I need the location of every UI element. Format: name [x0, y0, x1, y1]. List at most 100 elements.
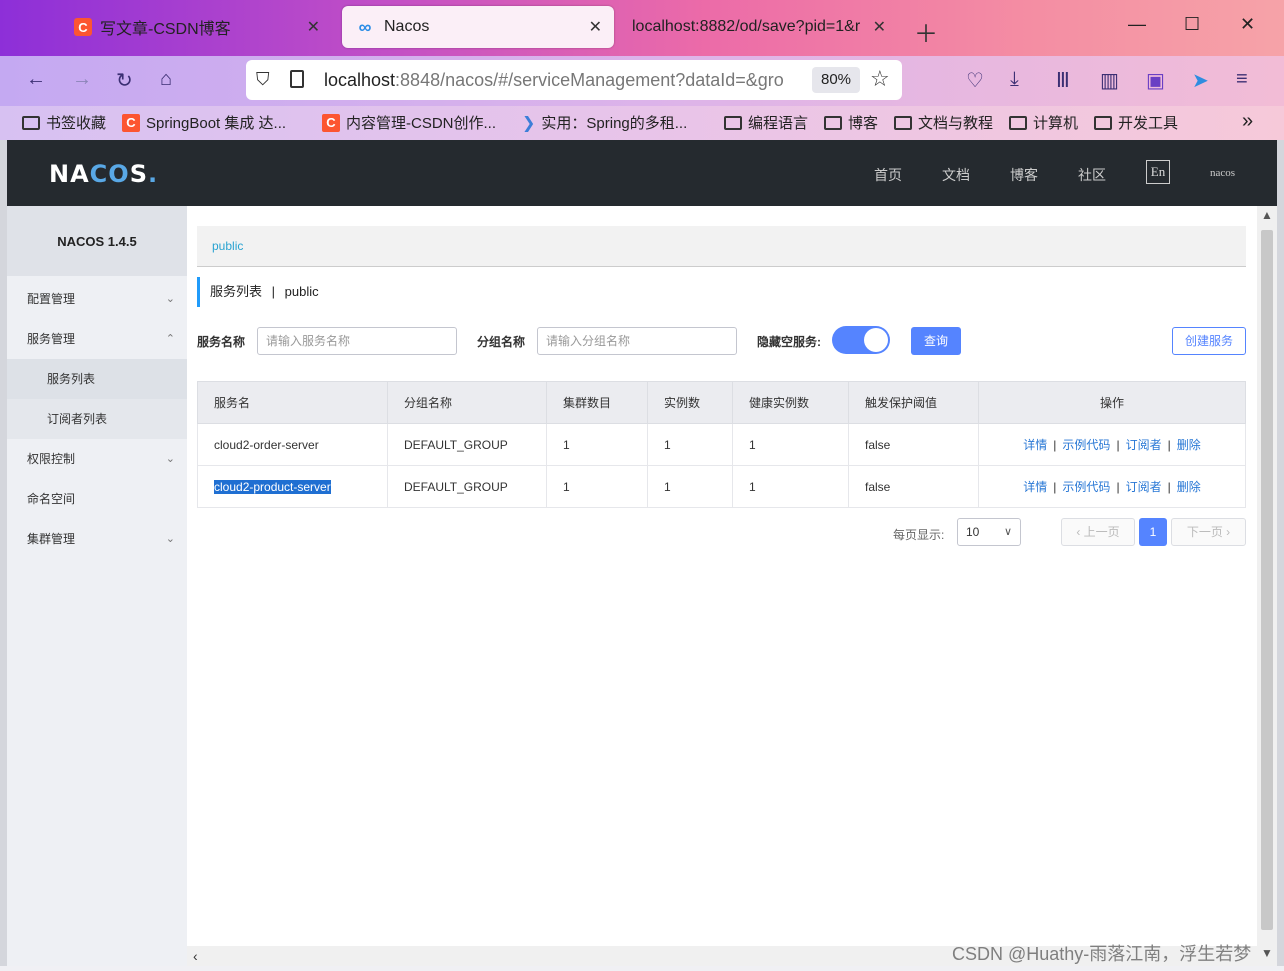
scroll-up-icon[interactable]: ▲	[1261, 208, 1273, 222]
namespace-bar: public	[197, 226, 1246, 267]
nav-docs[interactable]: 文档	[942, 165, 970, 185]
subscribers-link[interactable]: 订阅者	[1126, 438, 1162, 452]
cell-group-name: DEFAULT_GROUP	[387, 423, 547, 466]
minimize-icon[interactable]: —	[1128, 14, 1146, 35]
group-name-label: 分组名称	[477, 335, 526, 349]
forward-icon[interactable]: →	[72, 68, 92, 91]
cell-operations: 详情 | 示例代码 | 订阅者 | 删除	[978, 423, 1246, 466]
scroll-down-icon[interactable]: ▼	[1261, 946, 1273, 960]
send-icon[interactable]: ➤	[1192, 68, 1209, 93]
delete-link[interactable]: 删除	[1177, 480, 1201, 494]
bookmark-item[interactable]: 博客	[824, 112, 878, 133]
sidebar-item-auth[interactable]: 权限控制 ⌄	[7, 439, 187, 479]
prev-page-button[interactable]: ‹ 上一页	[1061, 518, 1135, 546]
next-page-button[interactable]: 下一页 ›	[1171, 518, 1246, 546]
sample-code-link[interactable]: 示例代码	[1062, 438, 1110, 452]
back-icon[interactable]: ←	[26, 68, 46, 91]
csdn-icon: C	[322, 113, 340, 132]
maximize-icon[interactable]: ☐	[1184, 14, 1200, 35]
delete-link[interactable]: 删除	[1177, 438, 1201, 452]
detail-link[interactable]: 详情	[1023, 480, 1047, 494]
language-toggle[interactable]: En	[1146, 160, 1170, 184]
pocket-icon[interactable]: ♡	[966, 68, 984, 93]
extension-icon[interactable]: ▣	[1146, 68, 1165, 93]
col-group-name: 分组名称	[387, 381, 547, 424]
cell-group-name: DEFAULT_GROUP	[387, 465, 547, 508]
sidebar-item-namespace[interactable]: 命名空间	[7, 479, 187, 519]
download-icon[interactable]: ⤓	[1010, 68, 1019, 91]
nacos-logo[interactable]: NACOS.	[49, 160, 158, 188]
library-icon[interactable]: Ⅲ	[1056, 68, 1070, 93]
group-name-input[interactable]	[537, 327, 737, 355]
col-protect-threshold: 触发保护阈值	[848, 381, 979, 424]
bookmark-item[interactable]: 书签收藏	[22, 112, 106, 133]
page-size-select[interactable]: 10 ∨	[957, 518, 1021, 546]
home-icon[interactable]: ⌂	[160, 68, 172, 91]
nav-home[interactable]: 首页	[874, 165, 902, 185]
bookmark-item[interactable]: C 内容管理-CSDN创作...	[322, 112, 496, 133]
hide-empty-label: 隐藏空服务:	[757, 335, 821, 349]
sidebar-item-service-mgmt[interactable]: 服务管理 ⌃	[7, 319, 187, 359]
page-1-button[interactable]: 1	[1139, 518, 1167, 546]
close-tab-icon[interactable]: ✕	[589, 17, 602, 37]
detail-link[interactable]: 详情	[1023, 438, 1047, 452]
menu-icon[interactable]: ≡	[1236, 68, 1248, 91]
nav-blog[interactable]: 博客	[1010, 165, 1038, 185]
folder-icon	[1009, 115, 1027, 130]
sidebar-item-cluster[interactable]: 集群管理 ⌄	[7, 519, 187, 559]
namespace-tab-public[interactable]: public	[212, 239, 243, 253]
csdn-icon: C	[122, 113, 140, 132]
folder-icon	[1094, 115, 1112, 130]
sample-code-link[interactable]: 示例代码	[1062, 480, 1110, 494]
new-tab-icon[interactable]: ＋	[914, 14, 938, 49]
nav-community[interactable]: 社区	[1078, 165, 1106, 185]
background-window-edge	[1277, 140, 1284, 966]
url-text[interactable]: localhost:8848/nacos/#/serviceManagement…	[324, 70, 804, 91]
bookmark-item[interactable]: 文档与教程	[894, 112, 993, 133]
reload-icon[interactable]: ↻	[116, 68, 133, 93]
tab-localhost-save[interactable]: localhost:8882/od/save?pid=1&r ✕	[620, 6, 898, 48]
shield-icon[interactable]: ⛉	[256, 69, 270, 90]
subscribers-link[interactable]: 订阅者	[1126, 480, 1162, 494]
col-healthy-count: 健康实例数	[732, 381, 849, 424]
sidebar-item-service-list[interactable]: 服务列表	[7, 359, 187, 399]
bookmark-item[interactable]: ❯ 实用：Spring的多租...	[522, 112, 687, 133]
close-tab-icon[interactable]: ✕	[873, 17, 886, 37]
service-name-input[interactable]	[257, 327, 457, 355]
sidebar-item-config[interactable]: 配置管理 ⌄	[7, 279, 187, 319]
top-nav: NACOS. 首页 文档 博客 社区 En nacos	[7, 140, 1277, 206]
cell-instance-count: 1	[647, 465, 733, 508]
hide-empty-toggle[interactable]	[832, 326, 890, 354]
sidebar-item-label: 权限控制	[27, 452, 76, 466]
scroll-left-icon[interactable]: ‹	[193, 948, 198, 964]
query-button[interactable]: 查询	[911, 327, 961, 355]
bookmark-item[interactable]: 编程语言	[724, 112, 808, 133]
scroll-thumb[interactable]	[1261, 230, 1273, 930]
bookmark-item[interactable]: C SpringBoot 集成 达...	[122, 112, 286, 133]
cell-healthy-count: 1	[732, 423, 849, 466]
folder-icon	[824, 115, 842, 130]
bookmark-star-icon[interactable]: ☆	[870, 66, 890, 92]
table-row: cloud2-product-server DEFAULT_GROUP 1 1 …	[197, 465, 1246, 508]
sidebar-item-subscribers[interactable]: 订阅者列表	[7, 399, 187, 439]
page-size-label: 每页显示:	[893, 528, 945, 542]
close-tab-icon[interactable]: ✕	[307, 17, 320, 37]
cell-instance-count: 1	[647, 423, 733, 466]
page-icon	[290, 70, 304, 88]
bookmark-item[interactable]: 开发工具	[1094, 112, 1178, 133]
page-title: 服务列表 | public	[197, 277, 319, 307]
sidebar-item-label: 订阅者列表	[47, 412, 108, 426]
vertical-scrollbar[interactable]: ▲ ▼	[1257, 206, 1277, 966]
address-bar[interactable]: ⛉ localhost:8848/nacos/#/serviceManageme…	[246, 60, 902, 100]
sidebar-item-label: 命名空间	[27, 492, 76, 506]
zoom-level[interactable]: 80%	[812, 67, 860, 93]
close-window-icon[interactable]: ✕	[1240, 14, 1255, 35]
user-name[interactable]: nacos	[1210, 167, 1235, 179]
create-service-button[interactable]: 创建服务	[1172, 327, 1246, 355]
tab-title: localhost:8882/od/save?pid=1&r	[632, 18, 861, 35]
more-bookmarks-icon[interactable]: »	[1242, 110, 1253, 133]
tab-csdn-editor[interactable]: C 写文章-CSDN博客 ✕	[62, 6, 332, 48]
tab-nacos[interactable]: ∞ Nacos ✕	[342, 6, 614, 48]
bookmark-item[interactable]: 计算机	[1009, 112, 1078, 133]
sidebar-icon[interactable]: ▥	[1100, 68, 1119, 93]
